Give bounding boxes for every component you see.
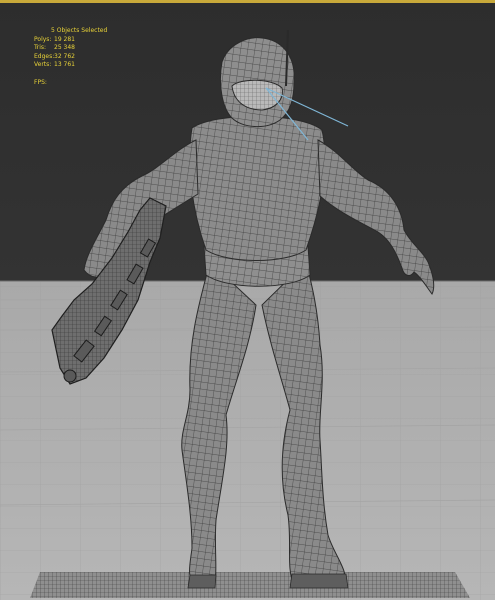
stat-label: Tris: <box>34 44 47 51</box>
stat-label: Polys: <box>34 35 52 43</box>
stat-value: 13 761 <box>54 61 75 68</box>
selection-count: 5 Objects Selected <box>51 27 108 34</box>
viewport-statistics: 5 Objects Selected Polys: 19 281 Tris: 2… <box>34 27 144 87</box>
left-boot-sole <box>187 574 217 589</box>
stat-row-edges: Edges: 32 762 <box>34 53 144 62</box>
stat-value: 32 762 <box>54 52 75 60</box>
stat-row-polys: Polys: 19 281 <box>34 36 144 45</box>
fps-label: FPS: <box>34 78 47 86</box>
stat-label: Edges: <box>34 52 55 60</box>
stat-value: 25 348 <box>54 44 75 51</box>
viewport-scene <box>0 29 495 600</box>
right-boot-sole <box>289 573 349 589</box>
home-grid <box>30 572 470 598</box>
stat-label: Verts: <box>34 61 52 68</box>
3d-viewport[interactable]: 5 Objects Selected Polys: 19 281 Tris: 2… <box>0 0 495 600</box>
stat-row-tris: Tris: 25 348 <box>34 44 144 53</box>
stat-value: 19 281 <box>54 35 75 43</box>
stat-row-verts: Verts: 13 761 <box>34 61 144 70</box>
